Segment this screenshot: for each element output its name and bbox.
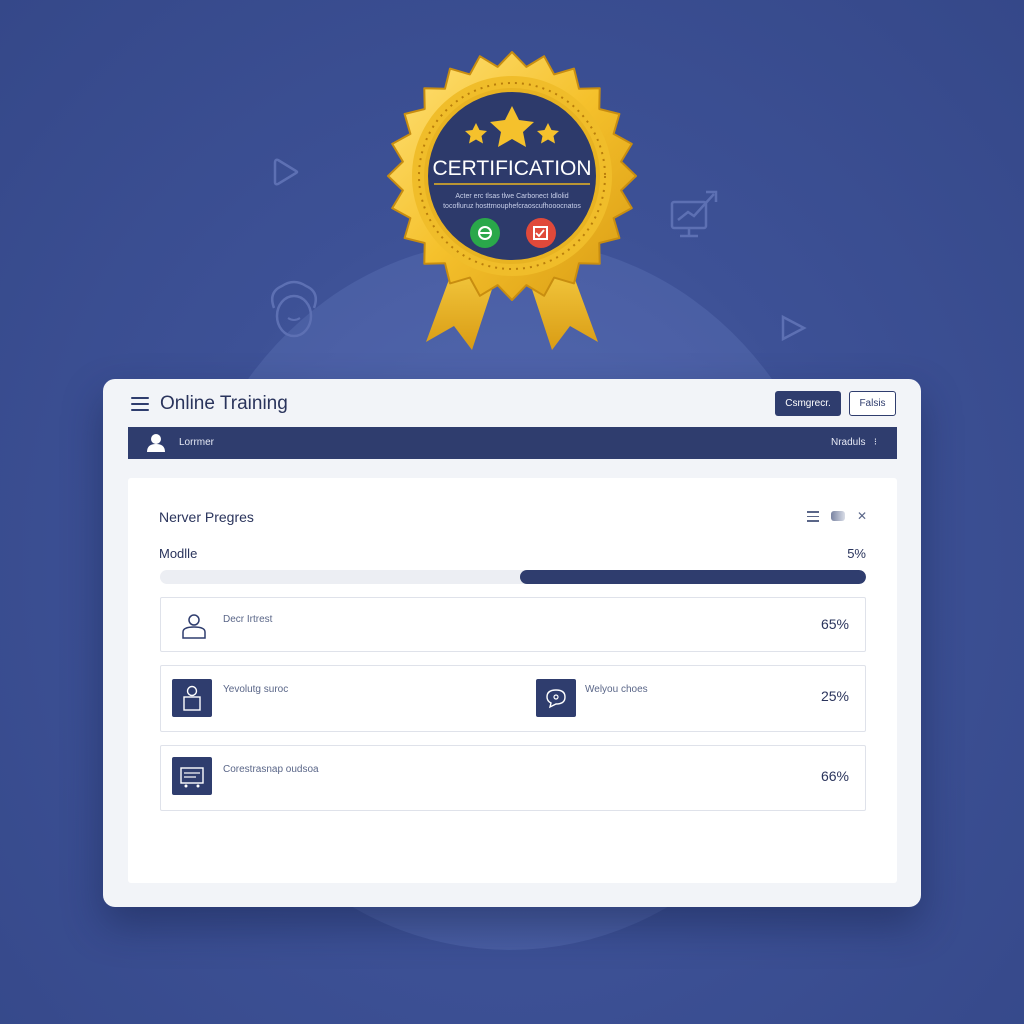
cart-icon — [180, 767, 204, 788]
row-percent: 25% — [820, 688, 849, 704]
list-item[interactable]: Decr Irtrest 65% — [160, 597, 866, 652]
badge-subtitle-2: tocofluruz hosttrnouphefcraoscufhooocnat… — [443, 203, 581, 210]
training-window: Online Training Csmgrecr. Falsis Lorrmer… — [103, 379, 921, 907]
row-icon-box — [536, 679, 576, 717]
userbar-menu-label: Nraduls — [831, 437, 866, 448]
toggle-icon[interactable] — [830, 511, 845, 521]
menu-icon[interactable] — [131, 397, 149, 411]
module-percent: 5% — [847, 546, 866, 561]
user-icon — [147, 434, 165, 452]
person-badge-icon — [183, 685, 201, 711]
progress-panel: Nerver Pregres ✕ Modlle 5% Decr Irtrest … — [128, 478, 897, 883]
certification-badge: CERTIFICATION Acter erc tlsas tlwe Carbo… — [387, 51, 637, 350]
badge-red-icon — [526, 218, 556, 248]
module-progress-bar — [160, 570, 866, 584]
badge-subtitle-1: Acter erc tlsas tlwe Carbonect Idlolid — [455, 193, 568, 200]
row-icon-box — [172, 679, 212, 717]
secondary-header-button[interactable]: Falsis — [849, 391, 896, 416]
user-bar: Lorrmer Nraduls ⁝ — [128, 427, 897, 459]
module-label: Modlle — [159, 546, 198, 561]
row-label-left: Yevolutg suroc — [223, 684, 289, 695]
module-progress-fill — [520, 570, 866, 584]
panel-title: Nerver Pregres — [159, 509, 254, 525]
panel-tools: ✕ — [806, 510, 867, 522]
row-label: Decr Irtrest — [223, 614, 273, 625]
userbar-menu-chevron: ⁝ — [873, 437, 877, 448]
list-item[interactable]: Corestrasnap oudsoa 66% — [160, 745, 866, 811]
userbar-menu[interactable]: Nraduls ⁝ — [831, 437, 877, 448]
play-outline-icon — [273, 158, 299, 186]
user-outline-icon — [182, 614, 206, 639]
list-icon[interactable] — [806, 511, 819, 522]
user-name: Lorrmer — [179, 437, 215, 448]
row-icon-box — [172, 757, 212, 795]
app-title: Online Training — [160, 393, 288, 414]
triangle-outline-icon — [781, 314, 807, 342]
badge-green-icon — [470, 218, 500, 248]
close-icon[interactable]: ✕ — [857, 510, 867, 522]
window-titlebar: Online Training Csmgrecr. Falsis — [103, 379, 921, 427]
primary-header-button[interactable]: Csmgrecr. — [775, 391, 841, 416]
badge-title: CERTIFICATION — [432, 157, 591, 180]
row-percent: 65% — [820, 616, 849, 632]
row-percent: 66% — [820, 768, 849, 784]
chat-icon — [546, 689, 566, 709]
person-outline-icon — [271, 280, 317, 338]
row-label: Corestrasnap oudsoa — [223, 764, 319, 775]
chart-monitor-icon — [670, 190, 718, 238]
list-item[interactable]: Yevolutg suroc Welyou choes 25% — [160, 665, 866, 732]
row-label-right: Welyou choes — [585, 684, 648, 695]
